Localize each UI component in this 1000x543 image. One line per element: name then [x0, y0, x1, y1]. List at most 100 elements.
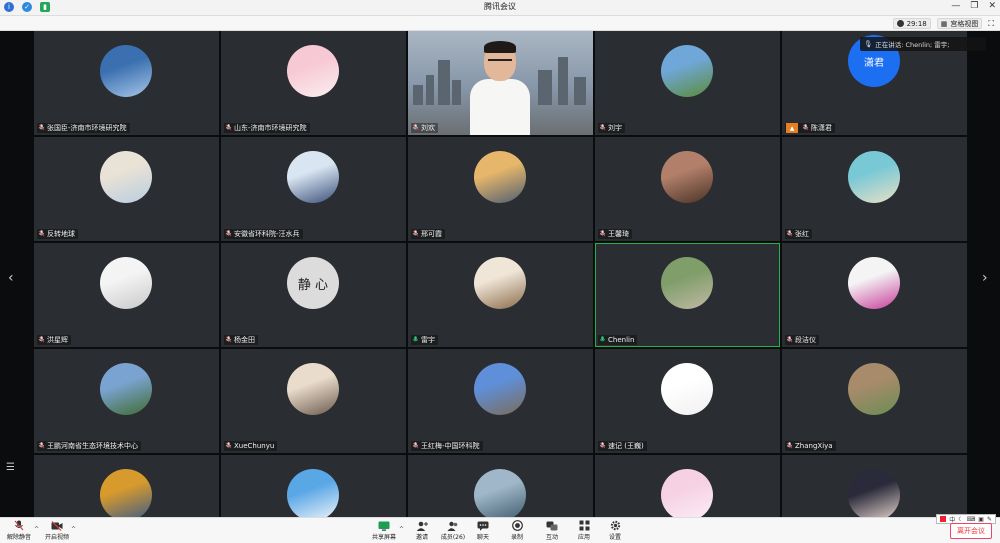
meeting-window: i ✓ ▮ 腾讯会议 — ❐ ✕ 29:18 ▦ 宫格视图 ⛶ 张国臣-济南市环… [0, 0, 1000, 543]
participant-name-tag: ZhangXiya [785, 441, 836, 451]
participant-name: 张国臣-济南市环境研究院 [47, 124, 127, 132]
record-button[interactable]: 录制 [500, 520, 534, 541]
participant-tile[interactable]: 张红 [782, 137, 967, 241]
speaking-text: 正在讲话: Chenlin; 雷宇; [875, 41, 950, 49]
mic-on-icon [412, 335, 419, 345]
participant-name: 陈潇君 [811, 124, 832, 132]
participant-tile[interactable]: ZhangXiya [782, 349, 967, 453]
participant-name-tag: 山东-济南市环境研究院 [224, 123, 310, 133]
participant-tile[interactable]: 张国臣-济南市环境研究院 [34, 31, 219, 135]
participant-tile[interactable]: 速记 (王巍) [595, 349, 780, 453]
participant-tile[interactable]: 山东-济南市环境研究院 [221, 31, 406, 135]
interact-icon [546, 520, 558, 531]
participant-name-tag: ▲ 陈潇君 [785, 123, 835, 133]
mic-muted-icon [225, 335, 232, 345]
participant-name-tag: 段洁仪 [785, 335, 819, 345]
chevron-up-icon[interactable]: ^ [34, 526, 39, 533]
participant-tile[interactable]: 段洁仪 [782, 243, 967, 347]
grid-icon: ▦ [940, 19, 948, 28]
person-avatar [100, 151, 152, 203]
members-icon [447, 520, 459, 531]
cartoon-girl-avatar [287, 45, 339, 97]
child-mask-avatar [474, 257, 526, 309]
baby-avatar [100, 257, 152, 309]
participant-tile[interactable]: 刘欢 [408, 31, 593, 135]
mic-muted-icon [38, 335, 45, 345]
participant-tile[interactable]: 邢可霞 [408, 137, 593, 241]
mountain-avatar [474, 151, 526, 203]
clock-icon [896, 20, 904, 27]
participant-name-tag: 杨金田 [224, 335, 258, 345]
mic-muted-icon [412, 123, 419, 133]
mic-off-icon [13, 520, 25, 531]
timer-text: 29:18 [906, 19, 927, 28]
calligraphy-avatar: 静 心 [287, 257, 339, 309]
participant-tile[interactable]: 雷宇 [408, 243, 593, 347]
participant-tile[interactable]: 静 心杨金田 [221, 243, 406, 347]
participant-tile[interactable]: 王鹏河南省生态环境技术中心 [34, 349, 219, 453]
leave-meeting-button[interactable]: 离开会议 [950, 523, 992, 539]
members-button[interactable]: 成员(26) [436, 520, 470, 541]
restore-icon[interactable]: ❐ [970, 1, 978, 11]
side-menu-icon[interactable]: ☰ [6, 462, 15, 473]
participant-tile[interactable]: 安徽省环科院-汪水兵 [221, 137, 406, 241]
mic-muted-icon [225, 123, 232, 133]
next-page-icon[interactable]: › [982, 270, 988, 286]
unmute-button[interactable]: 解除静音 [2, 520, 36, 541]
gear-icon [609, 520, 621, 531]
chat-icon [477, 520, 489, 531]
prev-page-icon[interactable]: ‹ [8, 270, 14, 286]
mic-muted-icon [38, 441, 45, 451]
title-bar: i ✓ ▮ 腾讯会议 — ❐ ✕ [0, 0, 1000, 16]
mic-muted-icon [225, 229, 232, 239]
view-mode-label: 宫格视图 [950, 19, 979, 28]
mic-muted-icon [38, 123, 45, 133]
interact-button[interactable]: 互动 [535, 520, 569, 541]
dark-girl-avatar [848, 469, 900, 521]
girl-photo-avatar [661, 151, 713, 203]
apps-button[interactable]: 应用 [567, 520, 601, 541]
settings-button[interactable]: 设置 [598, 520, 632, 541]
participant-name-tag: XueChunyu [224, 441, 278, 451]
participant-name-tag: 刘欢 [411, 123, 438, 133]
invite-button[interactable]: 邀请 [405, 520, 439, 541]
moon-icon: ☾ [958, 515, 964, 523]
share-screen-button[interactable]: 共享屏幕 [367, 520, 401, 541]
meeting-info-strip: 29:18 ▦ 宫格视图 ⛶ [0, 16, 1000, 31]
chat-button[interactable]: 聊天 [466, 520, 500, 541]
close-icon[interactable]: ✕ [988, 1, 996, 11]
participant-name-tag: 安徽省环科院-汪水兵 [224, 229, 303, 239]
feather-avatar [100, 469, 152, 521]
participant-tile[interactable]: 刘宇 [595, 31, 780, 135]
mic-muted-icon [412, 229, 419, 239]
participant-name: 反转地球 [47, 230, 75, 238]
mic-muted-icon [802, 123, 809, 133]
participant-name: 段洁仪 [795, 336, 816, 344]
participant-tile[interactable]: 王红梅-中国环科院 [408, 349, 593, 453]
host-badge-icon: ▲ [786, 123, 798, 133]
outdoor-avatar [661, 257, 713, 309]
participant-tile[interactable]: Chenlin [595, 243, 780, 347]
start-video-button[interactable]: 开启视频 [40, 520, 74, 541]
view-mode-button[interactable]: ▦ 宫格视图 [936, 18, 983, 29]
fullscreen-icon[interactable]: ⛶ [988, 19, 994, 29]
chevron-up-icon[interactable]: ^ [399, 526, 404, 533]
participant-tile[interactable]: XueChunyu [221, 349, 406, 453]
participant-name: 邢可霞 [421, 230, 442, 238]
share-screen-icon [378, 520, 390, 531]
participant-name: 王馨琦 [608, 230, 629, 238]
participant-name: Chenlin [608, 336, 635, 344]
mic-muted-icon [412, 441, 419, 451]
participant-name-tag: 反转地球 [37, 229, 78, 239]
participant-name: XueChunyu [234, 442, 275, 450]
chevron-up-icon[interactable]: ^ [71, 526, 76, 533]
participant-tile[interactable]: 洪星辉 [34, 243, 219, 347]
participant-tile[interactable]: 王馨琦 [595, 137, 780, 241]
participant-name: 山东-济南市环境研究院 [234, 124, 307, 132]
cartoon-face-avatar [661, 363, 713, 415]
minimize-icon[interactable]: — [951, 1, 960, 11]
men-photo-avatar [287, 363, 339, 415]
participant-tile[interactable]: 反转地球 [34, 137, 219, 241]
participant-name-tag: 王馨琦 [598, 229, 632, 239]
mic-muted-icon [599, 441, 606, 451]
